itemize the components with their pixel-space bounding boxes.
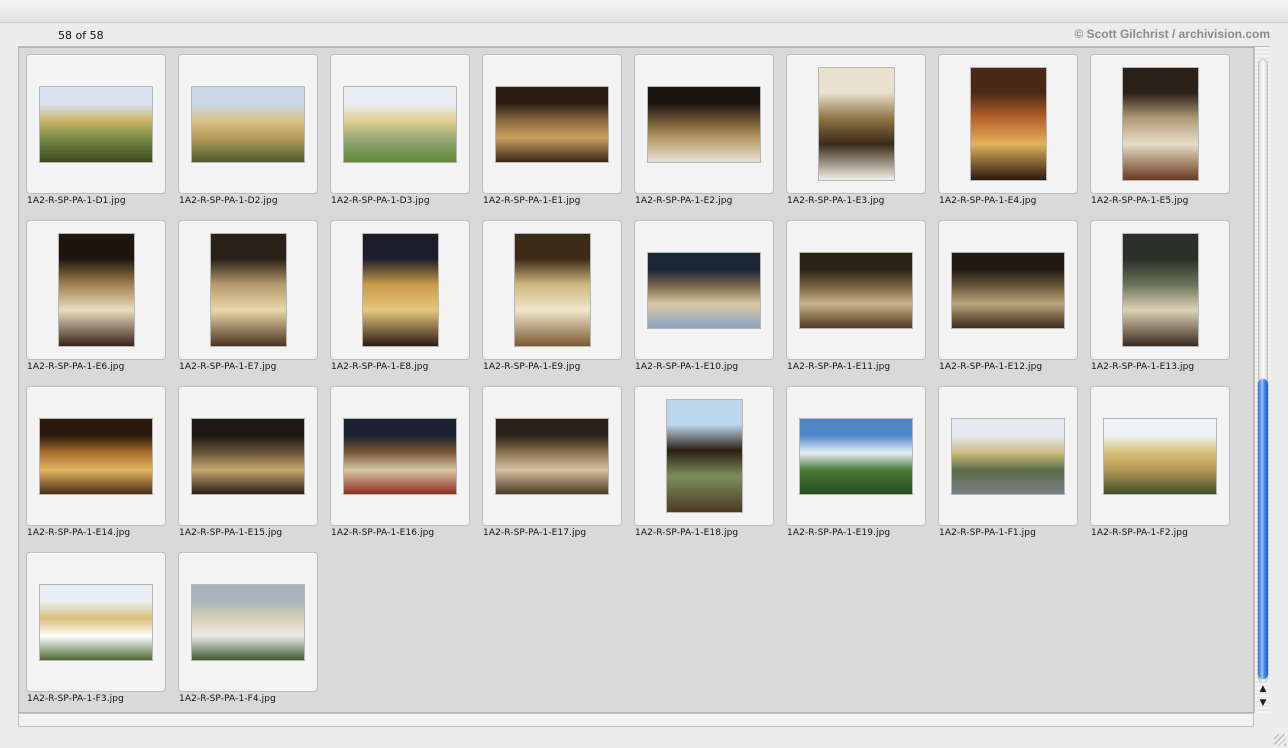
thumbnail-card[interactable] (634, 54, 774, 194)
thumbnail-filename: 1A2-R-SP-PA-1-F1.jpg (939, 528, 1036, 538)
scroll-up-arrow-icon[interactable]: ▲ (1258, 684, 1268, 694)
thumbnail-filename: 1A2-R-SP-PA-1-D3.jpg (331, 196, 430, 206)
thumbnail-card[interactable] (1090, 54, 1230, 194)
thumbnail-filename: 1A2-R-SP-PA-1-E11.jpg (787, 362, 891, 372)
photo-thumbnail[interactable] (40, 87, 152, 162)
thumbnail-card[interactable] (330, 54, 470, 194)
thumbnail-filename: 1A2-R-SP-PA-1-D1.jpg (27, 196, 126, 206)
thumbnail-card[interactable] (26, 54, 166, 194)
thumbnail-card[interactable] (938, 54, 1078, 194)
thumbnail-filename: 1A2-R-SP-PA-1-D2.jpg (179, 196, 278, 206)
thumbnail-card[interactable] (26, 386, 166, 526)
thumbnail-filename: 1A2-R-SP-PA-1-E14.jpg (27, 528, 131, 538)
thumbnail-filename: 1A2-R-SP-PA-1-E10.jpg (635, 362, 739, 372)
thumbnail-filename: 1A2-R-SP-PA-1-E4.jpg (939, 196, 1037, 206)
image-count: 58 of 58 (58, 29, 104, 42)
photo-thumbnail[interactable] (1122, 234, 1198, 346)
photo-thumbnail[interactable] (800, 419, 912, 494)
credit-text: © Scott Gilchrist / archivision.com (1074, 27, 1270, 41)
thumbnail-card[interactable] (482, 220, 622, 360)
photo-thumbnail[interactable] (666, 400, 742, 512)
thumbnail-filename: 1A2-R-SP-PA-1-E12.jpg (939, 362, 1043, 372)
thumbnail-filename: 1A2-R-SP-PA-1-E17.jpg (483, 528, 587, 538)
photo-thumbnail[interactable] (952, 253, 1064, 328)
thumbnail-filename: 1A2-R-SP-PA-1-E18.jpg (635, 528, 739, 538)
photo-thumbnail[interactable] (58, 234, 134, 346)
thumbnail-filename: 1A2-R-SP-PA-1-E8.jpg (331, 362, 429, 372)
thumbnail-card[interactable] (1090, 220, 1230, 360)
window-top-bar (0, 0, 1288, 23)
thumbnail-filename: 1A2-R-SP-PA-1-E1.jpg (483, 196, 581, 206)
photo-thumbnail[interactable] (952, 419, 1064, 494)
thumbnail-filename: 1A2-R-SP-PA-1-E9.jpg (483, 362, 581, 372)
thumbnail-filename: 1A2-R-SP-PA-1-E13.jpg (1091, 362, 1195, 372)
thumbnail-card[interactable] (178, 386, 318, 526)
thumbnail-card[interactable] (482, 386, 622, 526)
photo-thumbnail[interactable] (970, 68, 1046, 180)
thumbnail-card[interactable] (178, 220, 318, 360)
photo-thumbnail[interactable] (514, 234, 590, 346)
thumbnail-filename: 1A2-R-SP-PA-1-E16.jpg (331, 528, 435, 538)
photo-thumbnail[interactable] (800, 253, 912, 328)
photo-thumbnail[interactable] (648, 87, 760, 162)
thumbnail-card[interactable] (330, 386, 470, 526)
photo-thumbnail[interactable] (192, 87, 304, 162)
photo-thumbnail[interactable] (192, 585, 304, 660)
thumbnail-filename: 1A2-R-SP-PA-1-E7.jpg (179, 362, 277, 372)
photo-thumbnail[interactable] (496, 87, 608, 162)
thumbnail-card[interactable] (1090, 386, 1230, 526)
photo-thumbnail[interactable] (192, 419, 304, 494)
thumbnail-card[interactable] (178, 54, 318, 194)
gallery-header: 58 of 58 © Scott Gilchrist / archivision… (18, 24, 1270, 47)
photo-thumbnail[interactable] (496, 419, 608, 494)
photo-thumbnail[interactable] (40, 585, 152, 660)
thumbnail-card[interactable] (938, 220, 1078, 360)
scroll-down-arrow-icon[interactable]: ▼ (1258, 698, 1268, 708)
photo-thumbnail[interactable] (40, 419, 152, 494)
thumbnail-filename: 1A2-R-SP-PA-1-F3.jpg (27, 694, 124, 704)
resize-grip-icon[interactable] (1274, 734, 1286, 746)
thumbnail-card[interactable] (178, 552, 318, 692)
thumbnail-filename: 1A2-R-SP-PA-1-F2.jpg (1091, 528, 1188, 538)
thumbnail-filename: 1A2-R-SP-PA-1-E3.jpg (787, 196, 885, 206)
horizontal-scroll-area (18, 713, 1254, 727)
photo-thumbnail[interactable] (362, 234, 438, 346)
thumbnail-card[interactable] (634, 220, 774, 360)
scroll-thumb[interactable] (1258, 379, 1268, 679)
photo-thumbnail[interactable] (344, 419, 456, 494)
thumbnail-filename: 1A2-R-SP-PA-1-F4.jpg (179, 694, 276, 704)
vertical-scrollbar[interactable]: ▲ ▼ (1254, 47, 1270, 713)
photo-thumbnail[interactable] (648, 253, 760, 328)
thumbnail-filename: 1A2-R-SP-PA-1-E6.jpg (27, 362, 125, 372)
photo-thumbnail[interactable] (1122, 68, 1198, 180)
thumbnail-card[interactable] (482, 54, 622, 194)
thumbnail-card[interactable] (786, 54, 926, 194)
photo-thumbnail[interactable] (344, 87, 456, 162)
thumbnail-filename: 1A2-R-SP-PA-1-E15.jpg (179, 528, 283, 538)
thumbnail-grid: 1A2-R-SP-PA-1-D1.jpg 1A2-R-SP-PA-1-D2.jpg… (18, 47, 1254, 713)
photo-thumbnail[interactable] (210, 234, 286, 346)
thumbnail-card[interactable] (938, 386, 1078, 526)
thumbnail-filename: 1A2-R-SP-PA-1-E19.jpg (787, 528, 891, 538)
thumbnail-card[interactable] (26, 220, 166, 360)
thumbnail-card[interactable] (634, 386, 774, 526)
photo-thumbnail[interactable] (818, 68, 894, 180)
thumbnail-card[interactable] (786, 220, 926, 360)
thumbnail-filename: 1A2-R-SP-PA-1-E2.jpg (635, 196, 733, 206)
thumbnail-card[interactable] (786, 386, 926, 526)
thumbnail-filename: 1A2-R-SP-PA-1-E5.jpg (1091, 196, 1189, 206)
thumbnail-card[interactable] (330, 220, 470, 360)
photo-thumbnail[interactable] (1104, 419, 1216, 494)
thumbnail-card[interactable] (26, 552, 166, 692)
